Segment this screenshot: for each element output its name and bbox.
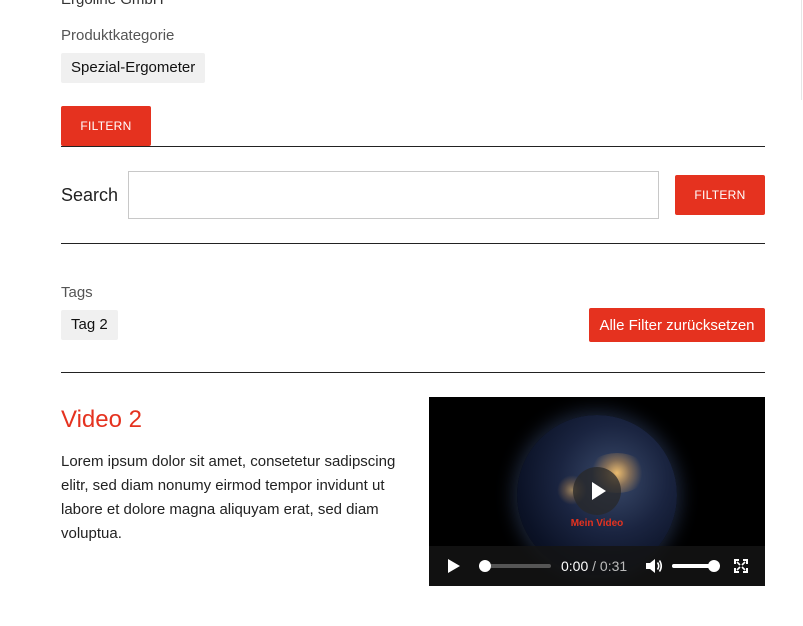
volume-slider[interactable] xyxy=(672,560,720,572)
search-input[interactable] xyxy=(128,171,659,219)
progress-slider[interactable] xyxy=(478,560,551,572)
video-description: Lorem ipsum dolor sit amet, consetetur s… xyxy=(61,453,396,542)
duration: 0:31 xyxy=(599,558,628,574)
volume-icon[interactable] xyxy=(645,558,663,574)
divider xyxy=(61,146,765,147)
partial-company-name: Ergoline GmbH xyxy=(61,0,164,8)
current-time: 0:00 xyxy=(561,558,589,574)
time-separator: / xyxy=(592,558,597,574)
progress-handle[interactable] xyxy=(478,560,491,572)
video-watermark: Mein Video xyxy=(570,518,624,529)
play-icon[interactable] xyxy=(447,558,461,574)
search-label: Search xyxy=(61,185,119,205)
tag-chip[interactable]: Tag 2 xyxy=(61,310,118,340)
page-edge-line xyxy=(801,0,802,100)
category-chip[interactable]: Spezial-Ergometer xyxy=(61,53,206,83)
video-controls-bar: 0:00 / 0:31 xyxy=(429,546,765,586)
search-filter-button[interactable]: FILTERN xyxy=(675,175,765,215)
divider xyxy=(61,372,765,373)
fullscreen-icon[interactable] xyxy=(734,559,748,573)
category-filter-label: Produktkategorie xyxy=(61,27,175,44)
time-display: 0:00 / 0:31 xyxy=(561,558,627,574)
divider xyxy=(61,243,765,244)
filter-button[interactable]: FILTERN xyxy=(61,106,151,146)
reset-filters-button[interactable]: Alle Filter zurücksetzen xyxy=(589,308,765,342)
video-title[interactable]: Video 2 xyxy=(61,406,142,434)
tags-label: Tags xyxy=(61,284,93,301)
volume-handle[interactable] xyxy=(707,560,720,572)
big-play-icon[interactable] xyxy=(573,467,621,515)
video-player[interactable]: Mein Video 0:00 / 0:31 xyxy=(429,397,765,586)
